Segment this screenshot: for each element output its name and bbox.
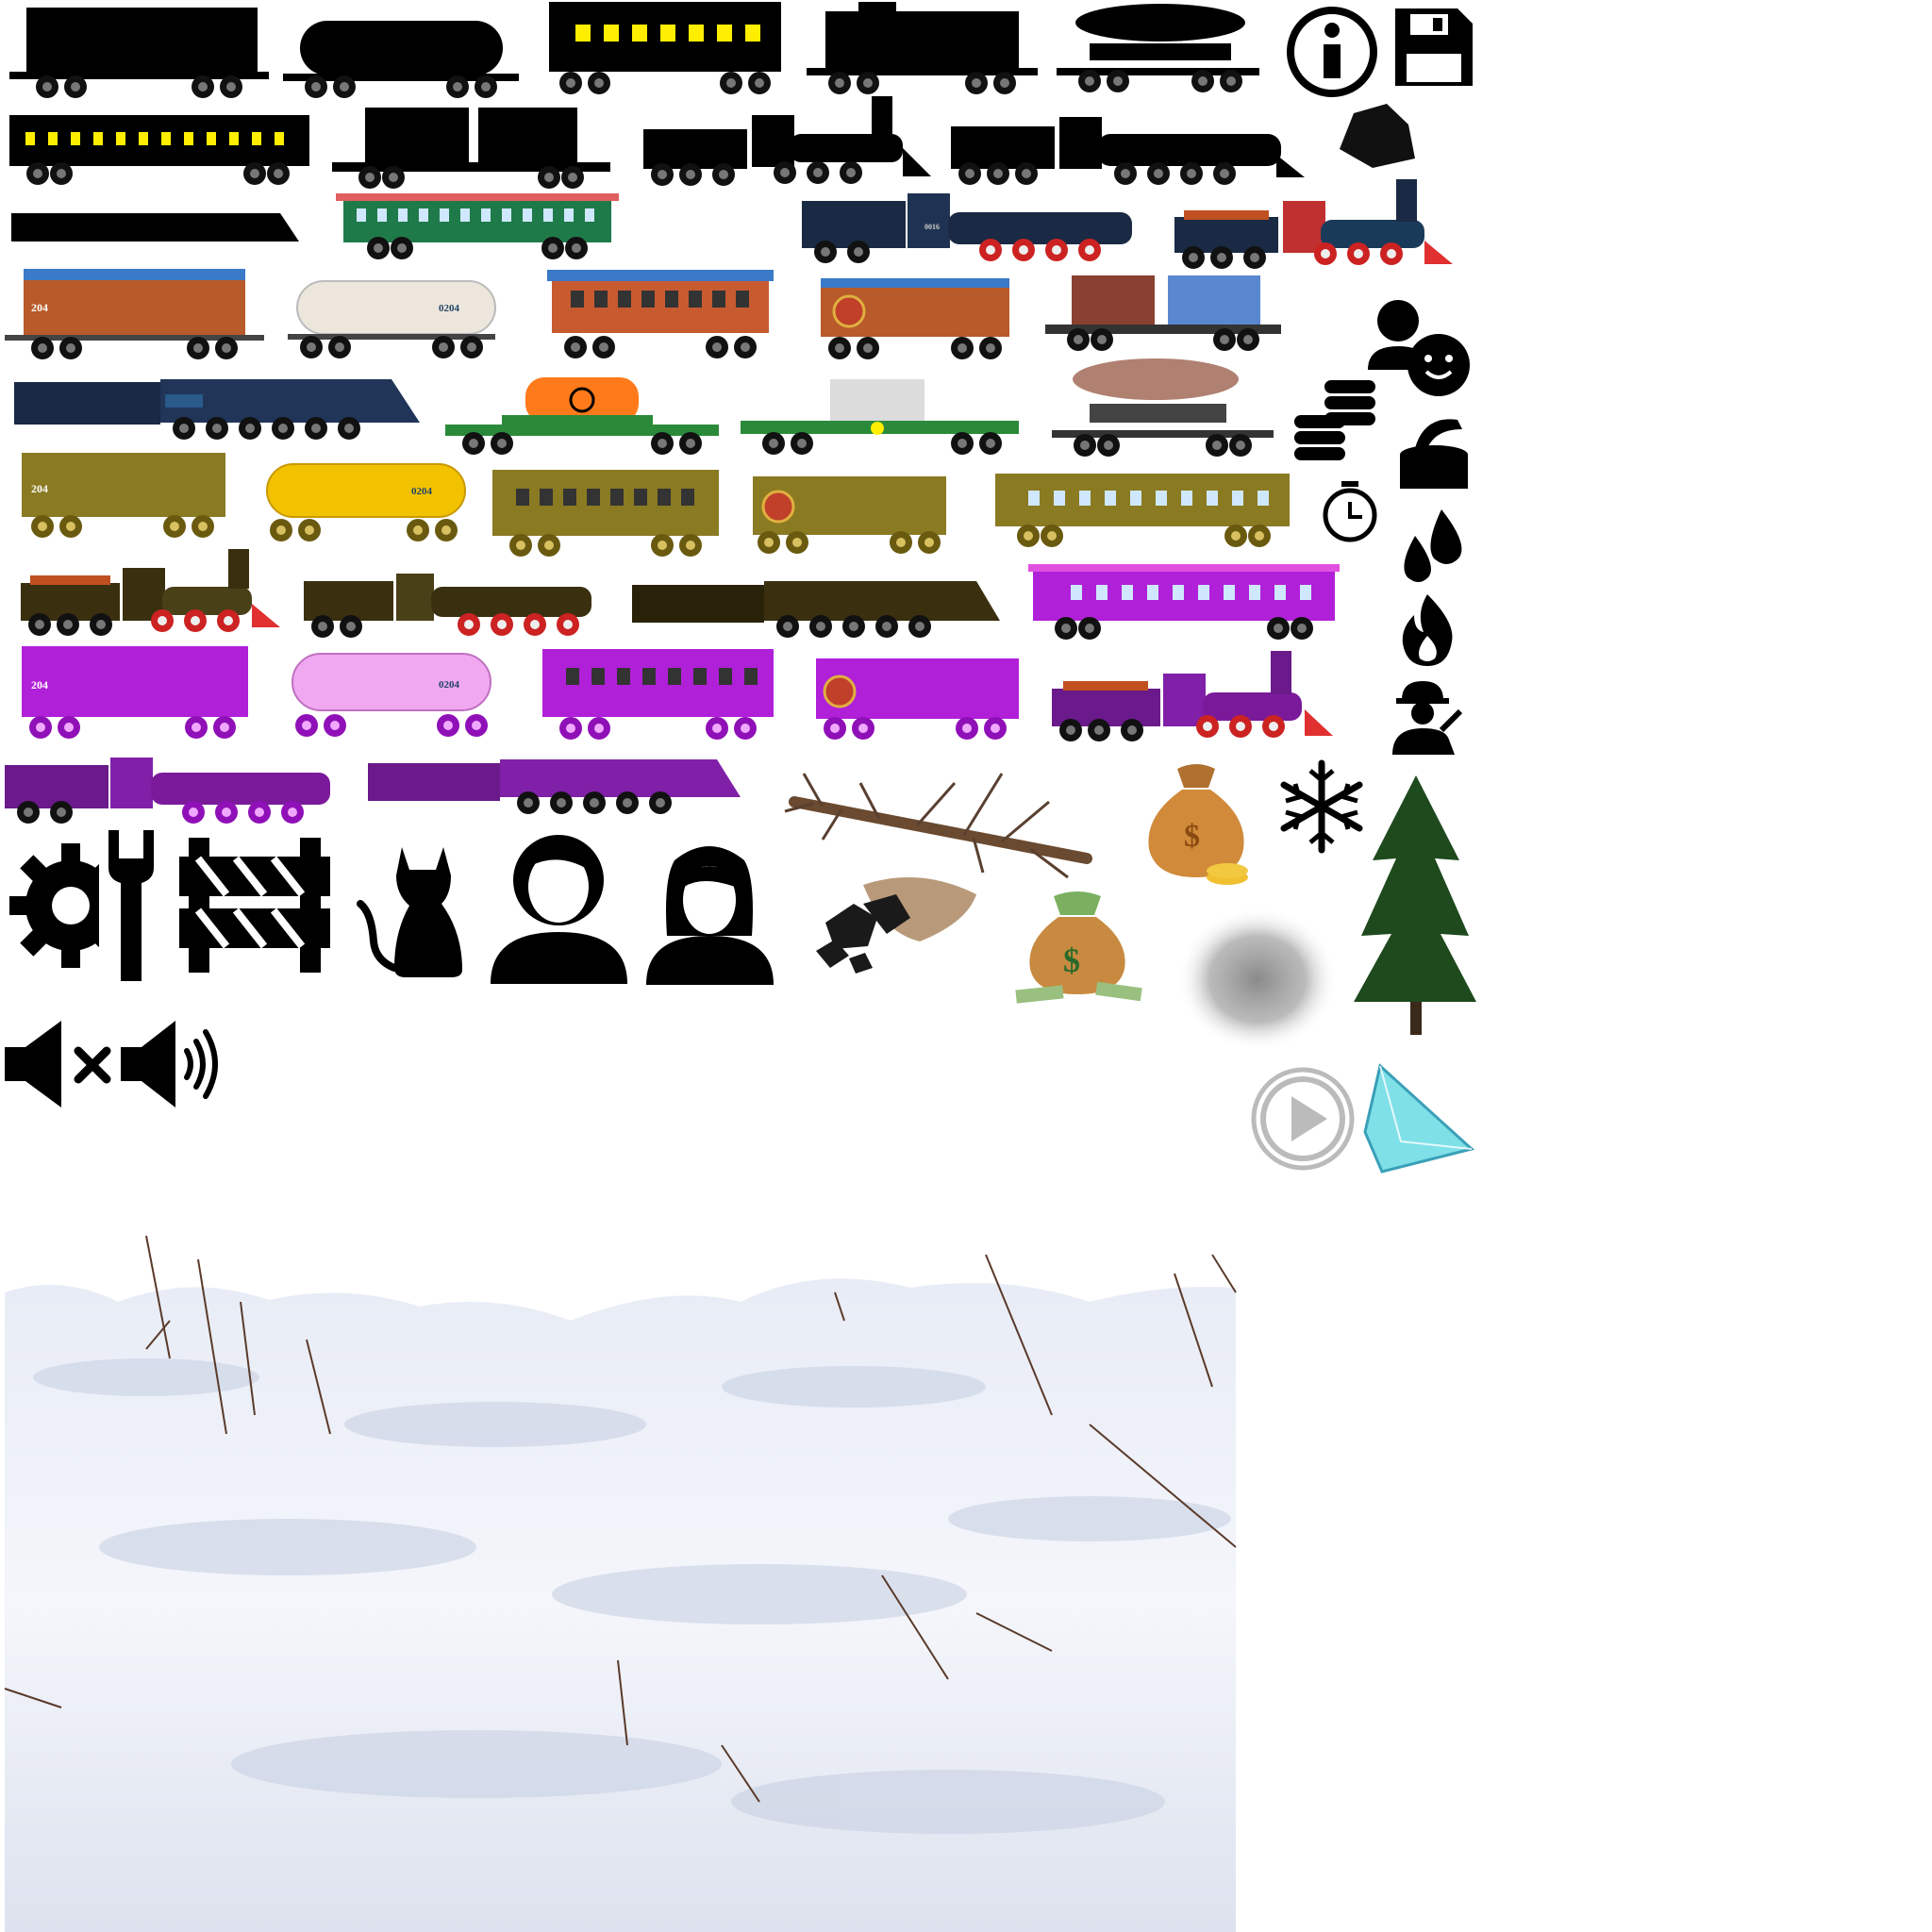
coins-icon — [1292, 375, 1377, 460]
cream-tank-car: 0204 — [283, 274, 500, 358]
boxcar-number-olive: 204 — [31, 482, 48, 495]
snowflake-icon — [1278, 759, 1365, 854]
loco-number: 0016 — [924, 223, 940, 231]
ice-crystal — [1363, 1063, 1475, 1174]
stopwatch-icon — [1321, 481, 1379, 543]
airship-flatcar — [1052, 357, 1274, 458]
play-icon[interactable] — [1250, 1066, 1356, 1172]
coal-sack — [807, 866, 986, 977]
water-drops-icon — [1394, 509, 1472, 585]
tank-number-gold: 0204 — [411, 486, 433, 497]
green-passenger-car — [336, 193, 619, 259]
purple-steam-locomotive — [1042, 647, 1335, 741]
passenger-car-silhouette — [538, 2, 792, 96]
male-avatar-icon[interactable] — [491, 828, 627, 984]
female-avatar-icon[interactable] — [646, 841, 774, 985]
colorful-steam-locomotive — [1165, 175, 1462, 269]
purple-big-locomotive — [5, 758, 349, 824]
brown-passenger-car — [538, 270, 783, 359]
purple-streamliner — [368, 758, 741, 814]
brown-crest-boxcar — [807, 269, 1019, 359]
olive-big-locomotive — [304, 574, 610, 638]
radioactive-flatcar — [741, 379, 1019, 455]
user-smile-icon — [1368, 294, 1472, 398]
fire-icon — [1399, 594, 1456, 666]
purple-crest-boxcar — [797, 649, 1033, 741]
streamliner-silhouette — [11, 206, 299, 245]
olive-boxcar: 204 — [5, 453, 241, 538]
olive-passenger-car — [483, 470, 728, 557]
navy-streamliner — [14, 377, 420, 440]
settings-wrench-icon[interactable] — [9, 830, 165, 981]
boxcar-silhouette — [9, 8, 269, 98]
long-coach-silhouette — [5, 115, 311, 186]
svg-text:$: $ — [1063, 941, 1080, 979]
sound-on-icon[interactable] — [121, 1021, 220, 1108]
navy-locomotive: 0016 — [802, 193, 1156, 263]
purple-boxcar: 204 — [3, 646, 259, 741]
olive-long-coach — [986, 474, 1297, 547]
purple-passenger-car — [533, 649, 783, 741]
coal-lump-icon — [1335, 104, 1415, 168]
pine-tree — [1354, 775, 1476, 1035]
tank-number: 0204 — [439, 303, 460, 314]
engineer-icon — [1389, 677, 1464, 755]
snow-ground — [4, 1235, 1237, 1932]
money-bag-coins: $ — [1144, 759, 1253, 887]
brown-boxcar: 204 — [5, 269, 264, 359]
svg-text:$: $ — [1184, 819, 1200, 854]
fallen-branch — [784, 755, 1096, 879]
olive-steam-locomotive — [11, 547, 280, 636]
container-flat-silhouette — [332, 108, 610, 189]
sound-muted-icon[interactable] — [5, 1021, 116, 1108]
open-can-icon — [1396, 415, 1470, 495]
cat-icon[interactable] — [357, 838, 468, 977]
info-icon[interactable] — [1285, 5, 1379, 99]
boxcar-number-purple: 204 — [31, 678, 48, 691]
tank-car-silhouette — [283, 11, 519, 98]
boxcar-number: 204 — [31, 301, 48, 314]
steam-locomotive-silhouette — [634, 92, 931, 186]
save-icon[interactable] — [1391, 5, 1476, 90]
biohazard-tank-flatcar — [445, 377, 719, 455]
airship-car-silhouette — [1057, 2, 1259, 94]
container-flatcar — [1045, 275, 1281, 351]
olive-crest-boxcar — [736, 467, 964, 554]
gold-tank-car: 0204 — [253, 457, 477, 541]
freight-car-silhouette — [807, 2, 1038, 96]
pink-tank-car: 0204 — [278, 646, 505, 739]
road-barrier-icon[interactable] — [179, 838, 330, 973]
tank-number-pink: 0204 — [439, 679, 460, 691]
money-bag-dollars: $ — [1011, 889, 1143, 1007]
smoke-cloud — [1177, 908, 1338, 1051]
olive-streamliner — [632, 579, 1000, 638]
purple-long-coach — [1024, 564, 1344, 640]
